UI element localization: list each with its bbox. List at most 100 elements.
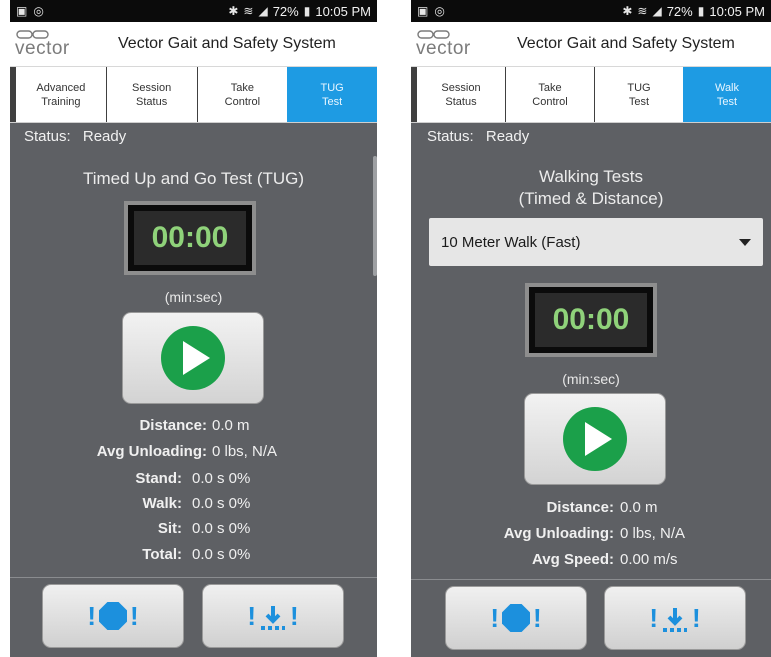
stat-label: Avg Unloading: (503, 525, 614, 542)
tab-label: Walk (714, 81, 740, 94)
stat-label: Stand: (135, 470, 182, 487)
stat-value: 0.0 s 0% (192, 546, 251, 563)
tab-label: Control (224, 95, 261, 108)
tab-label: Status (136, 95, 168, 108)
status-line: Status: Ready (427, 128, 529, 145)
tab-tug-test[interactable]: TUG Test (287, 67, 377, 122)
emergency-stop-button[interactable]: !! (42, 584, 184, 648)
tab-label: Control (532, 95, 568, 108)
timer-value: 00:00 (535, 293, 647, 347)
sync-notification-icon: ◎ (434, 4, 445, 18)
stat-value: 0 lbs, N/A (620, 525, 686, 542)
download-icon: ! ! (649, 602, 701, 633)
stat-label: Walk: (142, 495, 182, 512)
stat-value: 0.0 s 0% (192, 470, 251, 487)
timer-display: 00:00 (124, 201, 256, 275)
wifi-icon: ≋ (243, 4, 254, 18)
select-value: 10 Meter Walk (Fast) (441, 233, 581, 251)
stat-value: 0.0 m (212, 417, 250, 434)
play-icon (563, 407, 627, 471)
tab-label: Take (538, 81, 562, 94)
left-phone-screen: ▣ ◎ ✱ ≋ ◢ 72% ▮ 10:05 PM vector Vector G… (10, 0, 377, 657)
right-phone-screen: ▣ ◎ ✱ ≋ ◢ 72% ▮ 10:05 PM vector Vector G… (411, 0, 771, 657)
status-label: Status: (24, 128, 71, 145)
signal-icon: ◢ (652, 4, 662, 18)
stop-octagon-icon: !! (87, 600, 139, 631)
app-title: Vector Gait and Safety System (517, 35, 735, 52)
page-subtitle: (Timed & Distance) (518, 189, 664, 208)
tab-take-control[interactable]: Take Control (196, 67, 288, 122)
page-title: Walking Tests (Timed & Distance) (411, 166, 771, 210)
emergency-stop-button[interactable]: !! (445, 586, 587, 650)
start-button[interactable] (524, 393, 666, 485)
stat-value: 0.0 s 0% (192, 520, 251, 537)
app-title: Vector Gait and Safety System (118, 35, 336, 52)
clock: 10:05 PM (315, 3, 371, 19)
stop-octagon-icon: !! (490, 602, 542, 633)
bluetooth-icon: ✱ (622, 4, 633, 18)
image-notification-icon: ▣ (16, 4, 28, 18)
bluetooth-icon: ✱ (228, 4, 239, 18)
tab-label: Test (628, 95, 650, 108)
divider (411, 579, 771, 580)
timer-display: 00:00 (525, 283, 657, 357)
timer-unit: (min:sec) (164, 289, 223, 305)
scrollbar[interactable] (373, 156, 377, 276)
tab-label: Test (322, 95, 343, 108)
tab-session-status[interactable]: Session Status (411, 67, 505, 122)
stat-label: Total: (142, 546, 182, 563)
status-value: Ready (82, 128, 127, 145)
walk-test-select[interactable]: 10 Meter Walk (Fast) (429, 218, 763, 266)
status-label: Status: (427, 128, 474, 145)
tab-tug-test[interactable]: TUG Test (594, 67, 683, 122)
vector-logo: vector (14, 26, 84, 62)
stat-label: Avg Speed: (532, 551, 614, 568)
wifi-icon: ≋ (637, 4, 648, 18)
tab-label: Advanced (36, 81, 86, 94)
battery-percent: 72% (272, 3, 299, 19)
status-value: Ready (485, 128, 530, 145)
download-button[interactable]: ! ! (202, 584, 344, 648)
tab-label: Status (445, 95, 477, 108)
logo-text: vector (416, 38, 471, 59)
stat-label: Distance: (546, 499, 614, 516)
stat-value: 0 lbs, N/A (212, 443, 278, 460)
tab-label: TUG (627, 81, 651, 94)
tab-bar: Session Status Take Control TUG Test Walk Te… (411, 67, 771, 123)
tab-take-control[interactable]: Take Control (505, 67, 594, 122)
clock: 10:05 PM (709, 3, 765, 19)
chevron-down-icon (739, 238, 751, 246)
battery-icon: ▮ (303, 4, 311, 18)
tab-label: Test (716, 95, 738, 108)
stat-value: 0.00 m/s (620, 551, 678, 568)
tab-bar: Advanced Training Session Status Take Contr… (10, 67, 377, 123)
battery-icon: ▮ (697, 4, 705, 18)
stat-label: Sit: (157, 520, 182, 537)
battery-percent: 72% (666, 3, 693, 19)
signal-icon: ◢ (258, 4, 268, 18)
page-title: Timed Up and Go Test (TUG) (82, 169, 305, 188)
status-line: Status: Ready (24, 128, 126, 145)
app-bar: vector Vector Gait and Safety System (10, 22, 377, 67)
start-button[interactable] (122, 312, 264, 404)
vector-logo: vector (415, 26, 485, 62)
page-title-line: Walking Tests (539, 167, 643, 186)
tab-session-status[interactable]: Session Status (105, 67, 197, 122)
tab-advanced-training[interactable]: Advanced Training (10, 67, 106, 122)
divider (10, 577, 377, 578)
timer-value: 00:00 (134, 211, 246, 265)
tab-label: Session (132, 81, 172, 94)
stat-value: 0.0 s 0% (192, 495, 251, 512)
tab-walk-test[interactable]: Walk Test (683, 67, 771, 122)
tab-label: TUG (320, 81, 344, 94)
tab-label: Session (441, 81, 481, 94)
play-icon (161, 326, 225, 390)
tab-label: Take (230, 81, 254, 94)
download-button[interactable]: ! ! (604, 586, 746, 650)
download-icon: ! ! (247, 600, 299, 631)
status-bar: ▣ ◎ ✱ ≋ ◢ 72% ▮ 10:05 PM (10, 0, 377, 22)
app-bar: vector Vector Gait and Safety System (411, 22, 771, 67)
stat-value: 0.0 m (620, 499, 658, 516)
image-notification-icon: ▣ (417, 4, 429, 18)
status-bar: ▣ ◎ ✱ ≋ ◢ 72% ▮ 10:05 PM (411, 0, 771, 22)
